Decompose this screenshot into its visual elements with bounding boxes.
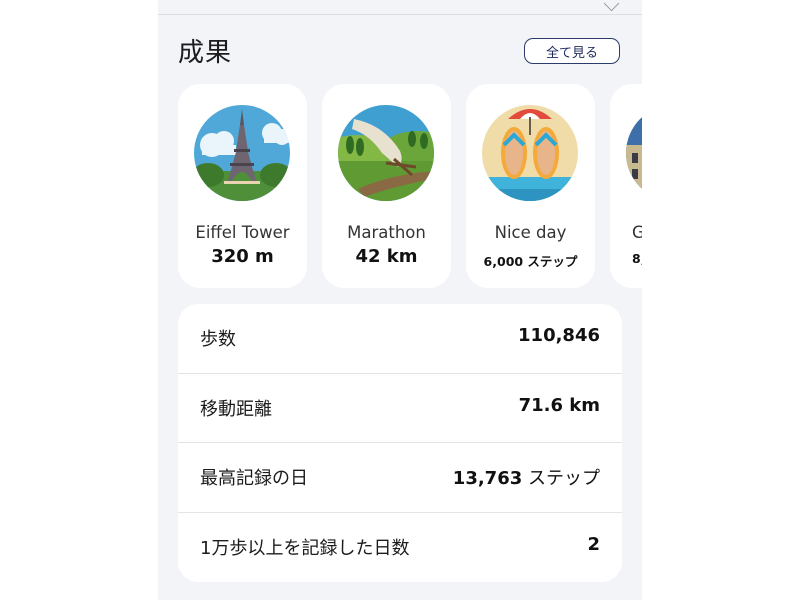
stat-label: 歩数 [200, 329, 236, 350]
stat-value: 2 [587, 533, 600, 555]
stat-label: 1万歩以上を記録した日数 [200, 537, 410, 559]
achievement-name: Nice day [494, 223, 567, 242]
flip-flops-beach-badge-icon [482, 105, 578, 201]
achievement-card-nice-day[interactable]: Nice day 6,000 ステップ [466, 84, 595, 288]
achievement-name: Marathon [347, 223, 426, 242]
achievement-card-eiffel-tower[interactable]: Eiffel Tower 320 m [178, 84, 307, 288]
achievements-panel: 成果 全て見る Eiffel Tower 320 m Marathon 42 k… [158, 0, 642, 600]
stat-row-10k-days: 1万歩以上を記録した日数 2 [178, 513, 622, 583]
stat-label: 最高記録の日 [200, 468, 308, 489]
achievement-value: 42 km [355, 246, 418, 267]
stat-label: 移動距離 [200, 398, 272, 420]
stat-value: 71.6 km [518, 394, 600, 416]
chevron-down-icon[interactable] [603, 0, 620, 12]
achievement-value: 8,0 [632, 251, 642, 266]
stats-list: 歩数 110,846 移動距離 71.6 km 最高記録の日 13,763 ステ… [178, 304, 622, 582]
achievement-value: 6,000 ステップ [483, 254, 578, 269]
stat-row-best-day: 最高記録の日 13,763 ステップ [178, 443, 622, 513]
stat-row-steps: 歩数 110,846 [178, 304, 622, 374]
top-divider [158, 14, 642, 15]
building-badge-icon [626, 105, 642, 201]
stat-value: 110,846 [518, 325, 600, 346]
achievement-card-marathon[interactable]: Marathon 42 km [322, 84, 451, 288]
achievement-name: Eiffel Tower [195, 223, 290, 242]
see-all-button[interactable]: 全て見る [524, 38, 620, 64]
achievement-name: G [632, 223, 642, 242]
achievement-card-partial[interactable]: G 8,0 [610, 84, 642, 288]
section-title: 成果 [178, 38, 233, 68]
stat-value: 13,763 ステップ [452, 468, 600, 489]
achievement-value: 320 m [211, 246, 274, 267]
stat-row-distance: 移動距離 71.6 km [178, 374, 622, 443]
eiffel-tower-badge-icon [194, 105, 290, 201]
marathon-sandal-badge-icon [338, 105, 434, 201]
